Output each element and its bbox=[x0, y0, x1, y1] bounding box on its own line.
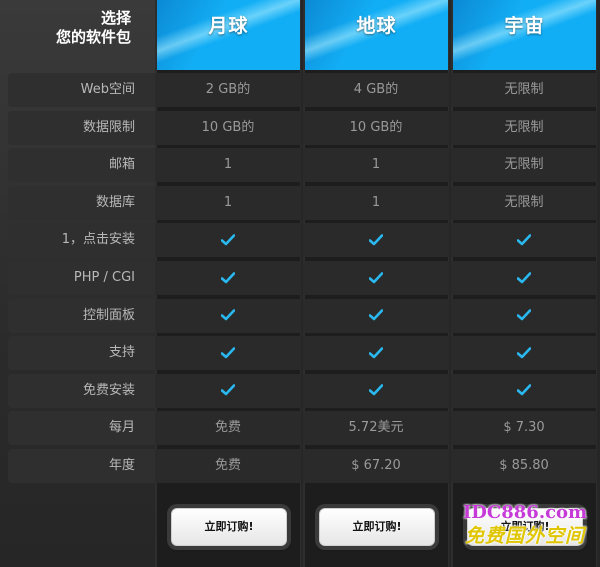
plan-header-universe: 宇宙 bbox=[453, 0, 596, 70]
check-icon bbox=[369, 271, 383, 283]
plan-name: 月球 bbox=[208, 15, 249, 37]
table-row: 每月 免费 5.72美元 $ 7.30 bbox=[8, 411, 600, 446]
table-row: 控制面板 bbox=[8, 298, 600, 333]
checkmark-cell bbox=[451, 223, 597, 258]
package-heading-line1: 选择 bbox=[100, 9, 131, 27]
checkmark-cell bbox=[155, 336, 301, 371]
row-label: 数据库 bbox=[8, 185, 155, 220]
checkmark-cell bbox=[303, 336, 449, 371]
check-icon bbox=[221, 346, 235, 358]
plan-name: 地球 bbox=[356, 15, 397, 37]
check-icon bbox=[369, 309, 383, 321]
value-cell: 无限制 bbox=[451, 185, 597, 220]
check-icon bbox=[517, 271, 531, 283]
check-icon bbox=[517, 309, 531, 321]
value-cell: 免费 bbox=[155, 411, 301, 446]
checkmark-cell bbox=[155, 223, 301, 258]
plan-header-moon: 月球 bbox=[157, 0, 300, 70]
row-label: 每月 bbox=[8, 411, 155, 446]
row-label: PHP / CGI bbox=[8, 261, 155, 295]
table-row: 数据库 1 1 无限制 bbox=[8, 185, 600, 220]
check-icon bbox=[369, 346, 383, 358]
row-label: 数据限制 bbox=[8, 110, 155, 145]
value-cell: $ 85.80 bbox=[451, 449, 597, 483]
value-cell: 1 bbox=[303, 185, 449, 220]
value-cell: 无限制 bbox=[451, 73, 597, 107]
check-icon bbox=[369, 384, 383, 396]
checkmark-cell bbox=[451, 373, 597, 408]
table-row: 支持 bbox=[8, 336, 600, 371]
package-heading-line2: 您的软件包 bbox=[55, 28, 131, 46]
check-icon bbox=[517, 384, 531, 396]
value-cell: $ 67.20 bbox=[303, 449, 449, 483]
check-icon bbox=[221, 271, 235, 283]
value-cell: $ 7.30 bbox=[451, 411, 597, 446]
table-row: 免费安装 bbox=[8, 373, 600, 408]
value-cell: 5.72美元 bbox=[303, 411, 449, 446]
value-cell: 2 GB的 bbox=[155, 73, 301, 107]
check-icon bbox=[221, 309, 235, 321]
checkmark-cell bbox=[155, 261, 301, 295]
value-cell: 1 bbox=[155, 148, 301, 183]
checkmark-cell bbox=[303, 261, 449, 295]
watermark-slogan: 免费国外空间 bbox=[464, 525, 585, 547]
table-row: Web空间 2 GB的 4 GB的 无限制 bbox=[8, 73, 600, 107]
order-now-button-earth[interactable]: 立即订购! bbox=[319, 508, 435, 546]
value-cell: 无限制 bbox=[451, 110, 597, 145]
checkmark-cell bbox=[303, 298, 449, 333]
checkmark-cell bbox=[155, 373, 301, 408]
site-watermark: IDC886.com 免费国外空间 bbox=[452, 503, 598, 563]
checkmark-cell bbox=[451, 336, 597, 371]
row-label: 支持 bbox=[8, 336, 155, 371]
check-icon bbox=[369, 234, 383, 246]
package-heading: 选择 您的软件包 bbox=[0, 0, 155, 70]
checkmark-cell bbox=[451, 298, 597, 333]
check-icon bbox=[221, 384, 235, 396]
plan-name: 宇宙 bbox=[504, 15, 545, 37]
order-now-button-moon[interactable]: 立即订购! bbox=[171, 508, 287, 546]
table-row: 1，点击安装 bbox=[8, 223, 600, 258]
value-cell: 4 GB的 bbox=[303, 73, 449, 107]
check-icon bbox=[221, 234, 235, 246]
table-row: PHP / CGI bbox=[8, 261, 600, 295]
checkmark-cell bbox=[451, 261, 597, 295]
value-cell: 无限制 bbox=[451, 148, 597, 183]
row-label: 免费安装 bbox=[8, 373, 155, 408]
checkmark-cell bbox=[155, 298, 301, 333]
value-cell: 10 GB的 bbox=[303, 110, 449, 145]
check-icon bbox=[517, 346, 531, 358]
table-row: 数据限制 10 GB的 10 GB的 无限制 bbox=[8, 110, 600, 145]
table-row: 年度 免费 $ 67.20 $ 85.80 bbox=[8, 449, 600, 483]
row-label: 1，点击安装 bbox=[8, 223, 155, 258]
table-row: 邮箱 1 1 无限制 bbox=[8, 148, 600, 183]
value-cell: 10 GB的 bbox=[155, 110, 301, 145]
value-cell: 免费 bbox=[155, 449, 301, 483]
row-label: 年度 bbox=[8, 449, 155, 483]
plan-header-earth: 地球 bbox=[305, 0, 448, 70]
check-icon bbox=[517, 234, 531, 246]
row-label: 邮箱 bbox=[8, 148, 155, 183]
watermark-domain: IDC886.com bbox=[462, 502, 588, 523]
value-cell: 1 bbox=[303, 148, 449, 183]
checkmark-cell bbox=[303, 223, 449, 258]
checkmark-cell bbox=[303, 373, 449, 408]
row-label: 控制面板 bbox=[8, 298, 155, 333]
value-cell: 1 bbox=[155, 185, 301, 220]
row-label: Web空间 bbox=[8, 73, 155, 107]
